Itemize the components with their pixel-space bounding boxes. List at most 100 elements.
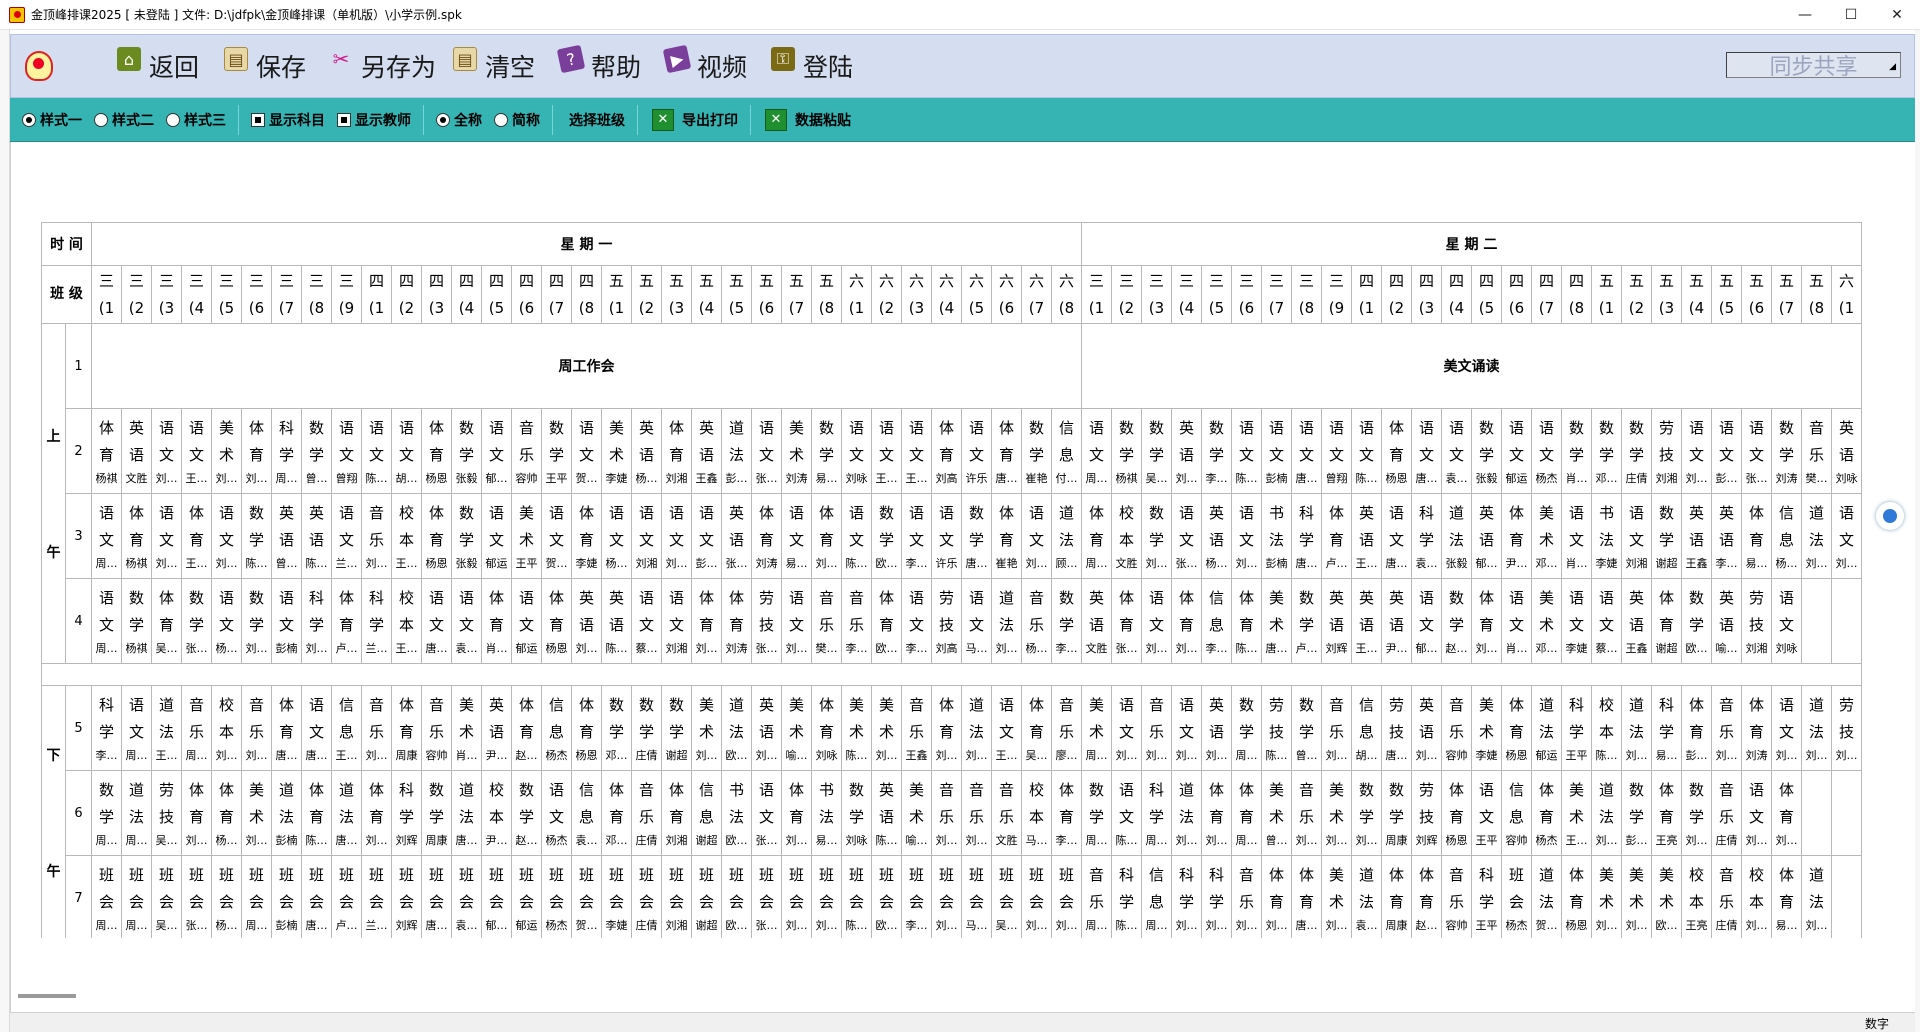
lesson-cell[interactable]: 语文贺…	[541, 493, 572, 579]
lesson-cell[interactable]: 数学周…	[1081, 770, 1112, 856]
lesson-cell[interactable]: 英语文胜	[121, 408, 152, 494]
lesson-cell[interactable]: 道法周…	[121, 770, 152, 856]
class-column-header[interactable]: 五 (1	[1591, 265, 1622, 324]
lesson-cell[interactable]: 体育杨恩	[1381, 408, 1412, 494]
lesson-cell[interactable]: 班会陈…	[841, 855, 872, 938]
lesson-cell[interactable]: 语文胡…	[391, 408, 422, 494]
class-column-header[interactable]: 四 (3	[421, 265, 452, 324]
lesson-cell[interactable]: 班会吴…	[991, 855, 1022, 938]
lesson-cell[interactable]: 语文刘…	[661, 493, 692, 579]
class-column-header[interactable]: 五 (2	[631, 265, 662, 324]
lesson-cell[interactable]: 校本陈…	[1591, 685, 1622, 771]
lesson-cell[interactable]: 体育唐…	[991, 408, 1022, 494]
lesson-cell[interactable]: 班会欧…	[721, 855, 752, 938]
lesson-cell[interactable]: 道法郁运	[1531, 685, 1562, 771]
lesson-cell[interactable]: 语文杨杰	[1531, 408, 1562, 494]
lesson-cell[interactable]: 体育肖…	[481, 578, 512, 664]
lesson-cell[interactable]: 书法彭楠	[1261, 493, 1292, 579]
lesson-cell[interactable]: 体育刘湘	[661, 408, 692, 494]
lesson-cell[interactable]: 数学陈…	[241, 493, 272, 579]
class-column-header[interactable]: 五 (2	[1621, 265, 1652, 324]
save-as-button[interactable]: ✂ 另存为	[329, 45, 436, 87]
lesson-cell[interactable]: 语文王…	[991, 685, 1022, 771]
lesson-cell[interactable]: 语文彭…	[1711, 408, 1742, 494]
lesson-cell[interactable]: 数学刘…	[1351, 770, 1382, 856]
lesson-cell[interactable]: 体育刘涛	[751, 493, 782, 579]
lesson-cell[interactable]: 科学刘辉	[391, 770, 422, 856]
lesson-cell[interactable]: 体育刘咏	[811, 685, 842, 771]
lesson-cell[interactable]: 音乐樊…	[811, 578, 842, 664]
clear-button[interactable]: ▤ 清空	[453, 45, 535, 87]
lesson-cell[interactable]: 道法张毅	[1441, 493, 1472, 579]
lesson-cell[interactable]: 语文刘…	[211, 493, 242, 579]
lesson-cell[interactable]: 语文袁…	[451, 578, 482, 664]
lesson-cell[interactable]: 体育杨…	[211, 770, 242, 856]
lesson-cell[interactable]: 道法唐…	[331, 770, 362, 856]
lesson-cell[interactable]: 音乐庄倩	[631, 770, 662, 856]
lesson-cell[interactable]: 美术刘…	[1321, 770, 1352, 856]
class-column-header[interactable]: 三 (3	[1141, 265, 1172, 324]
lesson-cell[interactable]: 语文蔡…	[1591, 578, 1622, 664]
class-column-header[interactable]: 六 (1	[1831, 265, 1862, 324]
lesson-cell[interactable]: 英语刘咏	[1831, 408, 1862, 494]
lesson-cell[interactable]: 校本刘…	[211, 685, 242, 771]
lesson-cell[interactable]: 道法贺…	[1531, 855, 1562, 938]
lesson-cell[interactable]: 班会吴…	[151, 855, 182, 938]
lesson-cell[interactable]: 英语文胜	[1081, 578, 1112, 664]
lesson-cell[interactable]: 语文李…	[901, 493, 932, 579]
lesson-cell[interactable]: 体育杨恩	[1441, 770, 1472, 856]
class-column-header[interactable]: 三 (6	[1231, 265, 1262, 324]
lesson-cell[interactable]: 美术肖…	[451, 685, 482, 771]
lesson-cell[interactable]: 数学刘涛	[1771, 408, 1802, 494]
lesson-cell[interactable]: 体育卢…	[331, 578, 362, 664]
class-column-header[interactable]: 六 (7	[1021, 265, 1052, 324]
lesson-cell[interactable]: 语文彭楠	[1261, 408, 1292, 494]
lesson-cell[interactable]: 英语陈…	[601, 578, 632, 664]
lesson-cell[interactable]: 道法顾…	[1051, 493, 1082, 579]
lesson-cell[interactable]: 道法彭楠	[271, 770, 302, 856]
style3-radio[interactable]: 样式三	[166, 110, 226, 130]
lesson-cell[interactable]: 班会刘湘	[661, 855, 692, 938]
lesson-cell[interactable]: 班会张…	[751, 855, 782, 938]
lesson-cell[interactable]: 劳技刘…	[1831, 685, 1862, 771]
class-column-header[interactable]: 三 (8	[1291, 265, 1322, 324]
lesson-cell[interactable]: 体育吴…	[1021, 685, 1052, 771]
class-column-header[interactable]: 三 (5	[1201, 265, 1232, 324]
lesson-cell[interactable]: 音乐刘…	[361, 685, 392, 771]
lesson-cell[interactable]: 道法欧…	[721, 685, 752, 771]
lesson-cell[interactable]: 美术刘…	[1621, 855, 1652, 938]
lesson-cell[interactable]: 道法刘…	[1621, 685, 1652, 771]
lesson-cell[interactable]: 英语陈…	[871, 770, 902, 856]
lesson-cell[interactable]: 体育唐…	[1291, 855, 1322, 938]
lesson-cell[interactable]: 音乐刘…	[1291, 770, 1322, 856]
lesson-cell[interactable]: 班会庄倩	[631, 855, 662, 938]
class-column-header[interactable]: 三 (2	[121, 265, 152, 324]
lesson-cell[interactable]: 语文张…	[751, 770, 782, 856]
lesson-cell[interactable]: 体育刘…	[361, 770, 392, 856]
lesson-cell[interactable]: 数学刘…	[241, 578, 272, 664]
lesson-cell[interactable]: 英语刘…	[1171, 408, 1202, 494]
lesson-cell[interactable]: 体育刘涛	[1741, 685, 1772, 771]
lesson-cell[interactable]: 体育吴…	[151, 578, 182, 664]
lesson-cell[interactable]: 校本王亮	[1681, 855, 1712, 938]
merged-activity[interactable]: 周工作会	[91, 323, 1082, 409]
lesson-cell[interactable]: 美术李婕	[1471, 685, 1502, 771]
lesson-cell[interactable]: 语文王平	[1471, 770, 1502, 856]
lesson-cell[interactable]: 班会周…	[121, 855, 152, 938]
lesson-cell[interactable]: 校本尹…	[481, 770, 512, 856]
class-column-header[interactable]: 三 (4	[181, 265, 212, 324]
class-column-header[interactable]: 四 (1	[361, 265, 392, 324]
lesson-cell[interactable]: 语文郁运	[1501, 408, 1532, 494]
lesson-cell[interactable]: 语文张…	[751, 408, 782, 494]
lesson-cell[interactable]: 音乐刘…	[241, 685, 272, 771]
lesson-cell[interactable]: 语文唐…	[301, 685, 332, 771]
lesson-cell[interactable]: 劳技刘辉	[1411, 770, 1442, 856]
class-column-header[interactable]: 三 (8	[301, 265, 332, 324]
lesson-cell[interactable]: 英语杨…	[1201, 493, 1232, 579]
lesson-cell[interactable]: 语文王…	[871, 408, 902, 494]
style2-radio[interactable]: 样式二	[94, 110, 154, 130]
lesson-cell[interactable]: 语文陈…	[841, 493, 872, 579]
back-button[interactable]: ⌂ 返回	[117, 45, 199, 87]
class-column-header[interactable]: 三 (7	[1261, 265, 1292, 324]
lesson-cell[interactable]: 数学谢超	[661, 685, 692, 771]
